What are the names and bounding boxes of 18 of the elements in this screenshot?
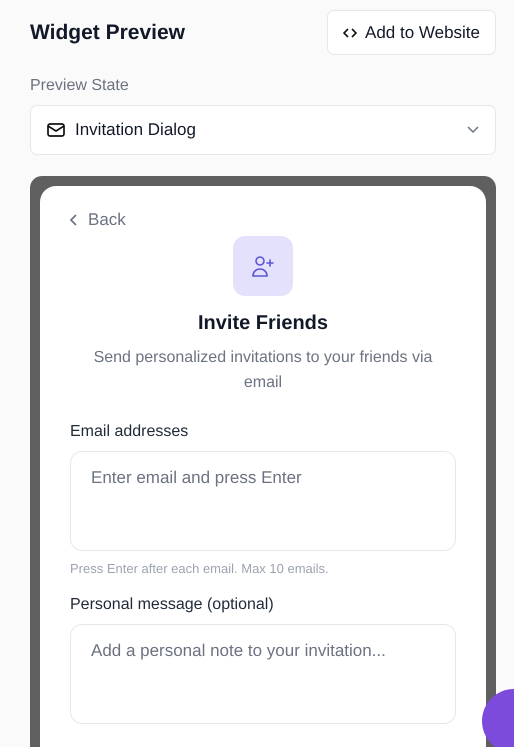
add-to-website-button[interactable]: Add to Website xyxy=(327,10,496,55)
dialog-subtitle: Send personalized invitations to your friends via email xyxy=(92,348,434,393)
add-user-icon xyxy=(250,253,276,279)
chevron-down-icon xyxy=(467,126,479,134)
code-icon xyxy=(343,26,358,38)
preview-state-dropdown[interactable]: Invitation Dialog xyxy=(30,105,496,155)
dropdown-value: Invitation Dialog xyxy=(75,120,197,140)
mail-icon xyxy=(47,123,65,137)
email-input-field[interactable]: Enter email and press Enter xyxy=(70,451,456,551)
field-label: Personal message (optional) xyxy=(70,596,275,614)
field-label: Email addresses xyxy=(70,423,190,441)
message-input-field[interactable]: Add a personal note to your invitation... xyxy=(70,624,456,724)
field-label: Preview State xyxy=(30,77,130,95)
page-title: Widget Preview xyxy=(30,20,186,44)
field-hint: Press Enter after each email. Max 10 emails. xyxy=(70,561,330,576)
chevron-left-icon xyxy=(70,214,78,226)
dialog-title: Invite Friends xyxy=(196,312,330,335)
back-link[interactable]: Back xyxy=(70,210,126,230)
